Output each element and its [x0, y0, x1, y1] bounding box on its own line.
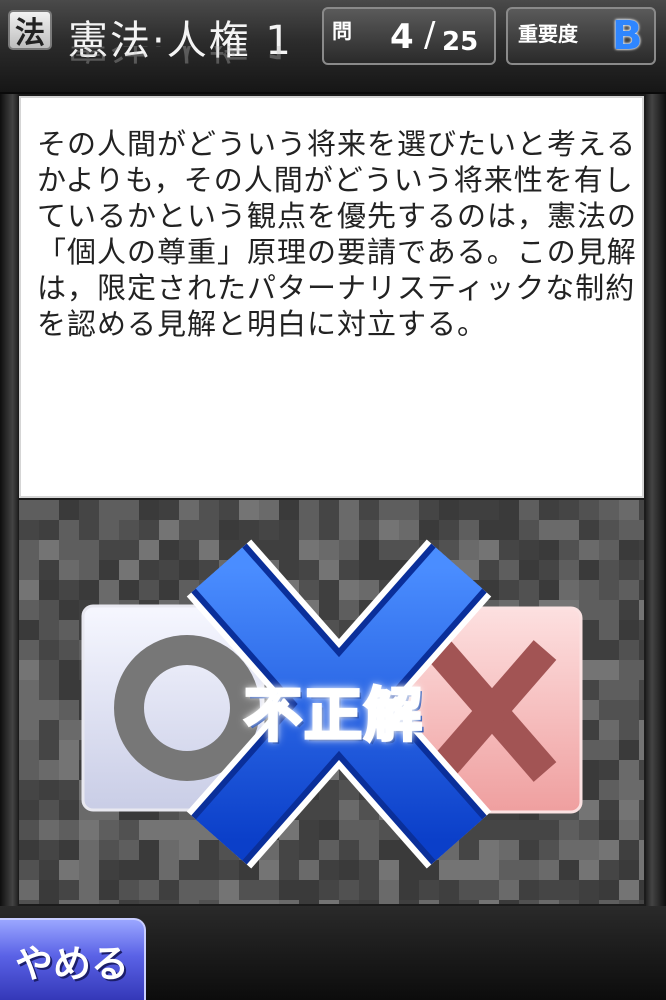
left-frame — [0, 94, 18, 906]
result-text: 不正解 — [242, 680, 424, 751]
importance-label: 重要度 — [518, 22, 578, 46]
question-current: 4 — [390, 17, 414, 57]
question-separator: / — [424, 15, 436, 55]
question-total: 25 — [442, 27, 479, 57]
top-bar: 法 憲法·人権 1 憲法·人権 1 問 4 / 25 重要度 B — [0, 0, 666, 94]
importance-grade: B — [612, 13, 643, 59]
question-counter: 問 4 / 25 — [322, 7, 496, 65]
quit-button[interactable]: やめる — [0, 918, 146, 1000]
right-frame — [646, 94, 666, 906]
importance-indicator: 重要度 B — [506, 7, 656, 65]
quiz-title-reflection: 憲法·人権 1 — [68, 46, 293, 76]
question-text: その人間がどういう将来を選びたいと考えるかよりも，その人間がどういう将来性を有し… — [37, 127, 638, 341]
question-counter-label: 問 — [332, 19, 352, 43]
category-badge: 法 — [8, 10, 52, 51]
question-panel: その人間がどういう将来を選びたいと考えるかよりも，その人間がどういう将来性を有し… — [19, 96, 644, 498]
